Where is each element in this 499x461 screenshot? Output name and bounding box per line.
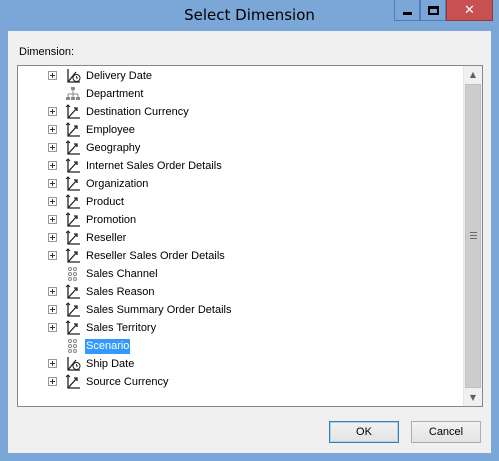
tree-item[interactable]: Sales Reason bbox=[18, 283, 463, 301]
tree-item[interactable]: Scenario bbox=[18, 337, 463, 355]
dimension-label: Dimension: bbox=[19, 46, 75, 58]
vertical-scrollbar[interactable]: ▲ ▼ bbox=[463, 66, 482, 406]
tree-item[interactable]: Organization bbox=[18, 175, 463, 193]
tree-item-label: Internet Sales Order Details bbox=[86, 160, 222, 172]
tree-item-label: Scenario bbox=[85, 339, 131, 354]
dimension-icon bbox=[64, 319, 82, 337]
tree-item-label: Reseller Sales Order Details bbox=[86, 250, 225, 262]
tree-item[interactable]: Ship Date bbox=[18, 355, 463, 373]
scroll-up-button[interactable]: ▲ bbox=[464, 66, 482, 83]
minimize-icon bbox=[402, 11, 412, 15]
expand-icon[interactable] bbox=[48, 359, 57, 368]
title-bar[interactable]: Select Dimension ✕ bbox=[0, 0, 499, 31]
tree-item[interactable]: Reseller bbox=[18, 229, 463, 247]
dimension-tree[interactable]: Delivery Date Department Destination Curre… bbox=[17, 65, 483, 407]
tree-item[interactable]: Geography bbox=[18, 139, 463, 157]
expand-icon[interactable] bbox=[48, 179, 57, 188]
expand-icon[interactable] bbox=[48, 215, 57, 224]
maximize-icon bbox=[427, 5, 439, 15]
expand-icon[interactable] bbox=[48, 125, 57, 134]
dimension-icon bbox=[64, 211, 82, 229]
expand-icon[interactable] bbox=[48, 143, 57, 152]
grip-icon bbox=[470, 235, 477, 236]
tree-item-label: Ship Date bbox=[86, 358, 135, 370]
dialog-window: Select Dimension ✕ Dimension: Delivery D… bbox=[0, 0, 499, 461]
close-button[interactable]: ✕ bbox=[446, 0, 493, 21]
grip-icon bbox=[470, 238, 477, 239]
scroll-thumb[interactable] bbox=[465, 84, 481, 388]
tree-item[interactable]: Reseller Sales Order Details bbox=[18, 247, 463, 265]
tree-item-label: Product bbox=[86, 196, 124, 208]
tree-item-label: Organization bbox=[86, 178, 149, 190]
tree-item[interactable]: Sales Territory bbox=[18, 319, 463, 337]
close-icon: ✕ bbox=[464, 2, 475, 18]
tree-item-label: Promotion bbox=[86, 214, 137, 226]
tree-item[interactable]: Product bbox=[18, 193, 463, 211]
tree-item-label: Destination Currency bbox=[86, 106, 189, 118]
time-dimension-icon bbox=[64, 355, 82, 373]
dimension-icon bbox=[64, 229, 82, 247]
dimension-icon bbox=[64, 247, 82, 265]
dimension-icon bbox=[64, 121, 82, 139]
expand-icon[interactable] bbox=[48, 287, 57, 296]
expand-icon[interactable] bbox=[48, 377, 57, 386]
attribute-icon bbox=[64, 265, 82, 283]
minimize-button[interactable] bbox=[394, 0, 420, 21]
dimension-icon bbox=[64, 283, 82, 301]
expand-icon[interactable] bbox=[48, 251, 57, 260]
tree-item-label: Department bbox=[86, 88, 144, 100]
expand-icon[interactable] bbox=[48, 305, 57, 314]
dimension-icon bbox=[64, 193, 82, 211]
tree-item-label: Geography bbox=[86, 142, 141, 154]
grip-icon bbox=[470, 232, 477, 233]
tree-item-label: Employee bbox=[86, 124, 135, 136]
tree-item-label: Sales Channel bbox=[86, 268, 158, 280]
tree-item[interactable]: Internet Sales Order Details bbox=[18, 157, 463, 175]
tree-item[interactable]: Employee bbox=[18, 121, 463, 139]
tree-item[interactable]: Delivery Date bbox=[18, 67, 463, 85]
hierarchy-icon bbox=[64, 85, 82, 103]
dimension-tree-list: Delivery Date Department Destination Curre… bbox=[18, 66, 463, 406]
tree-item-label: Sales Territory bbox=[86, 322, 157, 334]
expand-icon[interactable] bbox=[48, 161, 57, 170]
dimension-icon bbox=[64, 301, 82, 319]
attribute-icon bbox=[64, 337, 82, 355]
dimension-icon bbox=[64, 373, 82, 391]
expand-icon[interactable] bbox=[48, 197, 57, 206]
tree-item[interactable]: Source Currency bbox=[18, 373, 463, 391]
tree-item-label: Reseller bbox=[86, 232, 127, 244]
expand-icon[interactable] bbox=[48, 107, 57, 116]
tree-item[interactable]: Destination Currency bbox=[18, 103, 463, 121]
dimension-icon bbox=[64, 139, 82, 157]
tree-item-label: Sales Summary Order Details bbox=[86, 304, 232, 316]
expand-icon[interactable] bbox=[48, 323, 57, 332]
tree-item-label: Source Currency bbox=[86, 376, 169, 388]
scroll-down-button[interactable]: ▼ bbox=[464, 389, 482, 406]
dimension-icon bbox=[64, 157, 82, 175]
tree-item-label: Sales Reason bbox=[86, 286, 155, 298]
maximize-button[interactable] bbox=[420, 0, 446, 21]
cancel-button[interactable]: Cancel bbox=[411, 421, 481, 443]
ok-button[interactable]: OK bbox=[329, 421, 399, 443]
dialog-body: Dimension: Delivery Date Department Destin… bbox=[8, 31, 491, 453]
dimension-icon bbox=[64, 175, 82, 193]
tree-item[interactable]: Sales Summary Order Details bbox=[18, 301, 463, 319]
expand-icon[interactable] bbox=[48, 71, 57, 80]
time-dimension-icon bbox=[64, 67, 82, 85]
tree-item[interactable]: Department bbox=[18, 85, 463, 103]
tree-item[interactable]: Sales Channel bbox=[18, 265, 463, 283]
tree-item-label: Delivery Date bbox=[86, 70, 153, 82]
tree-item[interactable]: Promotion bbox=[18, 211, 463, 229]
expand-icon[interactable] bbox=[48, 233, 57, 242]
dimension-icon bbox=[64, 103, 82, 121]
